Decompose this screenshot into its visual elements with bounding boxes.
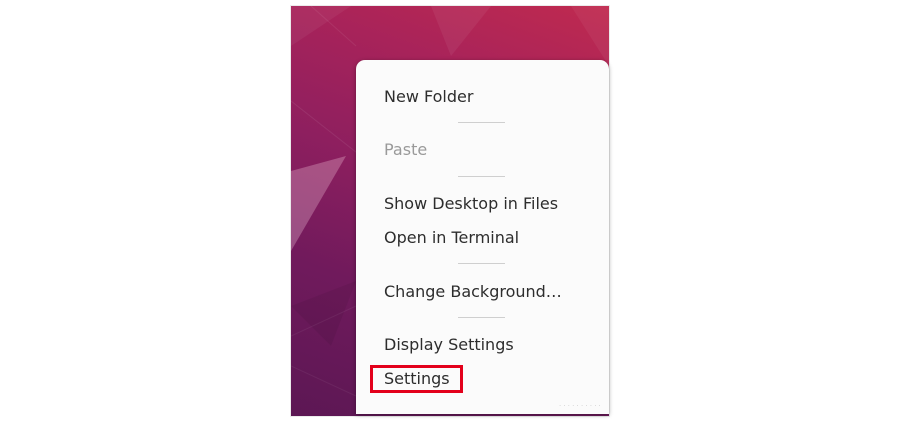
menu-item-paste: Paste <box>384 140 428 159</box>
menu-item-display-settings[interactable]: Display Settings <box>384 335 514 355</box>
screenshot-canvas: New Folder Paste Show Desktop in Files O… <box>0 0 900 421</box>
menu-item-show-desktop-in-files[interactable]: Show Desktop in Files <box>384 194 558 214</box>
watermark: · · · · · · · · · · <box>559 403 601 410</box>
menu-separator <box>458 317 505 318</box>
menu-separator <box>458 263 505 264</box>
desktop-context-menu: New Folder Paste Show Desktop in Files O… <box>356 60 609 414</box>
menu-item-new-folder[interactable]: New Folder <box>384 87 473 107</box>
settings-highlight-box <box>370 365 463 393</box>
menu-item-open-in-terminal[interactable]: Open in Terminal <box>384 228 519 248</box>
menu-item-change-background[interactable]: Change Background… <box>384 282 562 302</box>
menu-separator <box>458 122 505 123</box>
menu-separator <box>458 176 505 177</box>
